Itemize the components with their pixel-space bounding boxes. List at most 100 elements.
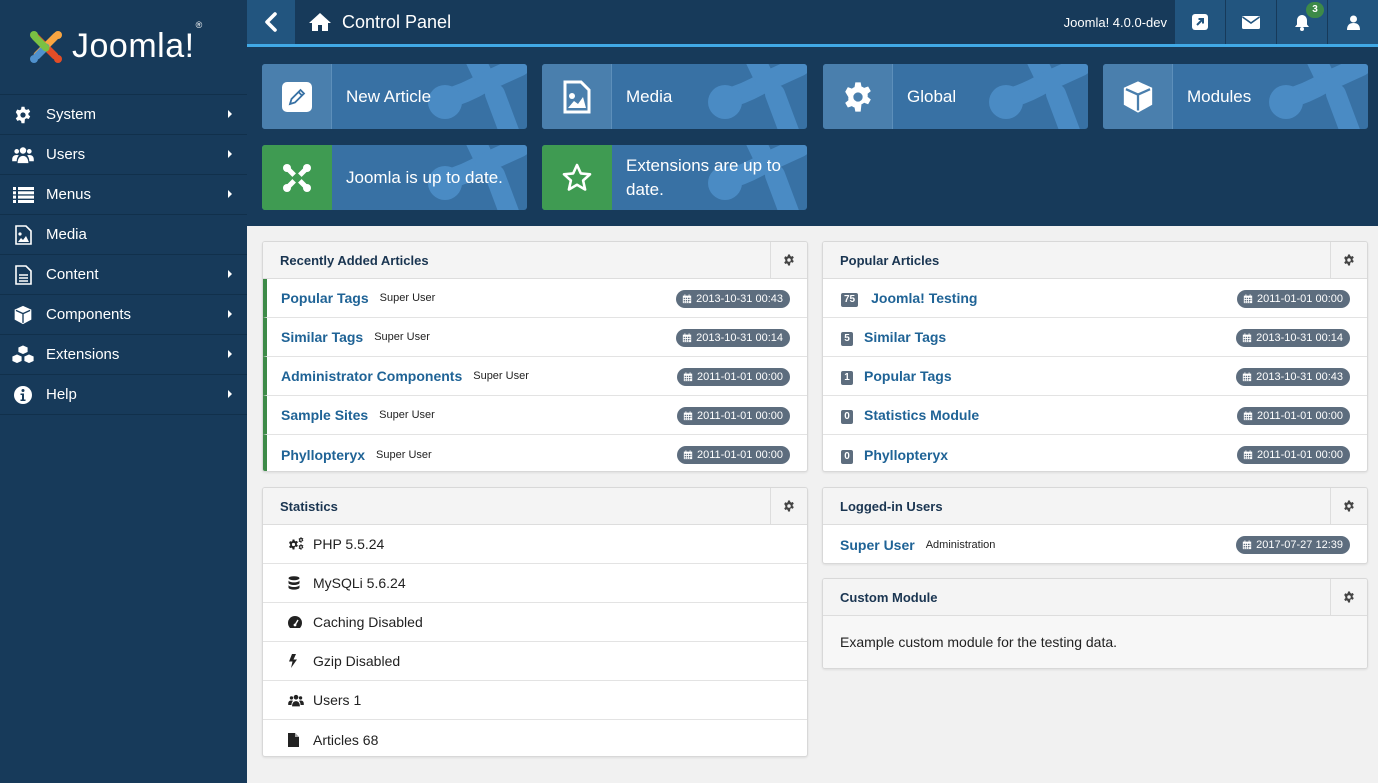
article-link[interactable]: Popular Tags xyxy=(864,368,952,384)
popular-articles-panel: Popular Articles 75 Joomla! Testing 2011-0… xyxy=(822,241,1368,472)
sidebar-item-components[interactable]: Components xyxy=(0,295,247,335)
caret-right-icon xyxy=(228,350,232,358)
quickicon-joomla-update[interactable]: Joomla is up to date. xyxy=(262,145,527,210)
article-link[interactable]: Sample Sites xyxy=(281,407,368,423)
panel-title: Logged-in Users xyxy=(840,498,943,514)
stat-database: MySQLi 5.6.24 xyxy=(263,564,807,603)
sidebar-item-users[interactable]: Users xyxy=(0,135,247,175)
article-author: Super User xyxy=(374,331,430,343)
article-link[interactable]: Similar Tags xyxy=(864,329,946,345)
sidebar-item-media[interactable]: Media xyxy=(0,215,247,255)
joomla-icon xyxy=(282,163,311,192)
sidebar-item-extensions[interactable]: Extensions xyxy=(0,335,247,375)
cube-icon xyxy=(1123,80,1152,113)
custom-module-body: Example custom module for the testing da… xyxy=(823,616,1367,668)
messages-button[interactable] xyxy=(1225,0,1276,44)
sidebar-item-label: Components xyxy=(46,306,132,323)
quickicon-label: Modules xyxy=(1187,86,1252,106)
quickicon-label: Joomla is up to date. xyxy=(346,167,503,187)
file-text-icon xyxy=(0,264,46,285)
article-row: Popular Tags Super User 2013-10-31 00:43 xyxy=(263,279,807,318)
date-badge: 2011-01-01 00:00 xyxy=(1236,290,1350,308)
module-settings-button[interactable] xyxy=(770,488,807,524)
view-site-button[interactable] xyxy=(1174,0,1225,44)
stat-label: Users 1 xyxy=(313,692,362,708)
gear-icon xyxy=(0,106,46,124)
bolt-icon xyxy=(288,654,313,668)
notifications-button[interactable]: 3 xyxy=(1276,0,1327,44)
calendar-icon xyxy=(1243,450,1253,460)
date-badge: 2013-10-31 00:43 xyxy=(1236,368,1350,386)
hits-badge: 0 xyxy=(841,410,853,424)
date-badge: 2013-10-31 00:14 xyxy=(676,329,790,347)
top-header: Control Panel Joomla! 4.0.0-dev 3 xyxy=(247,0,1378,44)
logo-text: Joomla!® xyxy=(72,20,203,65)
article-link[interactable]: Administrator Components xyxy=(281,368,462,384)
module-settings-button[interactable] xyxy=(1330,242,1367,278)
joomla-logo[interactable]: Joomla!® xyxy=(0,0,247,95)
toggle-sidebar-button[interactable] xyxy=(247,0,295,44)
user-link[interactable]: Super User xyxy=(840,537,915,553)
stat-label: Caching Disabled xyxy=(313,614,423,630)
quickicon-new-article[interactable]: New Article xyxy=(262,64,527,129)
module-settings-button[interactable] xyxy=(1330,579,1367,615)
file-icon xyxy=(288,732,313,747)
quickicon-extensions-update[interactable]: Extensions are up to date. xyxy=(542,145,807,210)
joomla-watermark-icon xyxy=(989,64,1088,129)
sidebar-item-help[interactable]: Help xyxy=(0,375,247,415)
article-link[interactable]: Popular Tags xyxy=(281,290,369,306)
stat-label: Gzip Disabled xyxy=(313,653,401,669)
user-menu-button[interactable] xyxy=(1327,0,1378,44)
sidebar-item-content[interactable]: Content xyxy=(0,255,247,295)
users-icon xyxy=(288,694,313,707)
calendar-icon xyxy=(1243,294,1253,304)
article-row: Sample Sites Super User 2011-01-01 00:00 xyxy=(263,396,807,435)
date-badge: 2011-01-01 00:00 xyxy=(676,446,790,464)
star-icon xyxy=(562,163,591,191)
joomla-watermark-icon xyxy=(428,64,527,129)
user-client: Administration xyxy=(925,538,996,551)
date-badge: 2013-10-31 00:43 xyxy=(676,290,790,308)
recent-articles-panel: Recently Added Articles Popular Tags Supe… xyxy=(262,241,808,472)
chevron-left-icon xyxy=(265,12,277,32)
module-settings-button[interactable] xyxy=(1330,488,1367,524)
date-badge: 2011-01-01 00:00 xyxy=(676,368,790,386)
joomla-logo-icon xyxy=(30,31,62,63)
quickicons-area: New Article Media Global Modules Joomla … xyxy=(247,47,1378,226)
quickicon-media[interactable]: Media xyxy=(542,64,807,129)
sidebar-item-label: Media xyxy=(46,226,87,243)
popular-article-row: 0 Statistics Module 2011-01-01 00:00 xyxy=(823,396,1367,435)
stat-label: MySQLi 5.6.24 xyxy=(313,575,406,591)
caret-right-icon xyxy=(228,150,232,158)
logged-in-users-panel: Logged-in Users Super User Administratio… xyxy=(822,487,1368,564)
sidebar-item-menus[interactable]: Menus xyxy=(0,175,247,215)
sidebar-item-label: Content xyxy=(46,266,99,283)
envelope-icon xyxy=(1242,15,1260,29)
article-link[interactable]: Statistics Module xyxy=(864,407,979,423)
popular-article-row: 1 Popular Tags 2013-10-31 00:43 xyxy=(823,357,1367,396)
panel-title: Popular Articles xyxy=(840,252,940,268)
gear-icon xyxy=(1343,591,1355,603)
date-badge: 2011-01-01 00:00 xyxy=(1236,407,1350,425)
login-date-badge: 2017-07-27 12:39 xyxy=(1236,536,1350,554)
module-settings-button[interactable] xyxy=(770,242,807,278)
sidebar-item-system[interactable]: System xyxy=(0,95,247,135)
article-link[interactable]: Phyllopteryx xyxy=(864,447,948,463)
article-link[interactable]: Similar Tags xyxy=(281,329,363,345)
custom-module-panel: Custom Module Example custom module for … xyxy=(822,578,1368,669)
article-link[interactable]: Phyllopteryx xyxy=(281,447,365,463)
page-title-text: Control Panel xyxy=(342,11,452,32)
article-author: Super User xyxy=(376,448,432,461)
panel-title: Statistics xyxy=(280,498,338,514)
quickicon-global[interactable]: Global xyxy=(823,64,1088,129)
stat-label: PHP 5.5.24 xyxy=(313,536,385,552)
panel-title: Recently Added Articles xyxy=(280,252,429,268)
calendar-icon xyxy=(1242,540,1252,550)
caret-right-icon xyxy=(228,110,232,118)
article-link[interactable]: Joomla! Testing xyxy=(871,290,977,306)
quickicon-label: Extensions are up to date. xyxy=(626,155,781,199)
stat-php: PHP 5.5.24 xyxy=(263,525,807,564)
quickicon-modules[interactable]: Modules xyxy=(1103,64,1368,129)
date-badge: 2011-01-01 00:00 xyxy=(676,407,790,425)
caret-right-icon xyxy=(228,270,232,278)
